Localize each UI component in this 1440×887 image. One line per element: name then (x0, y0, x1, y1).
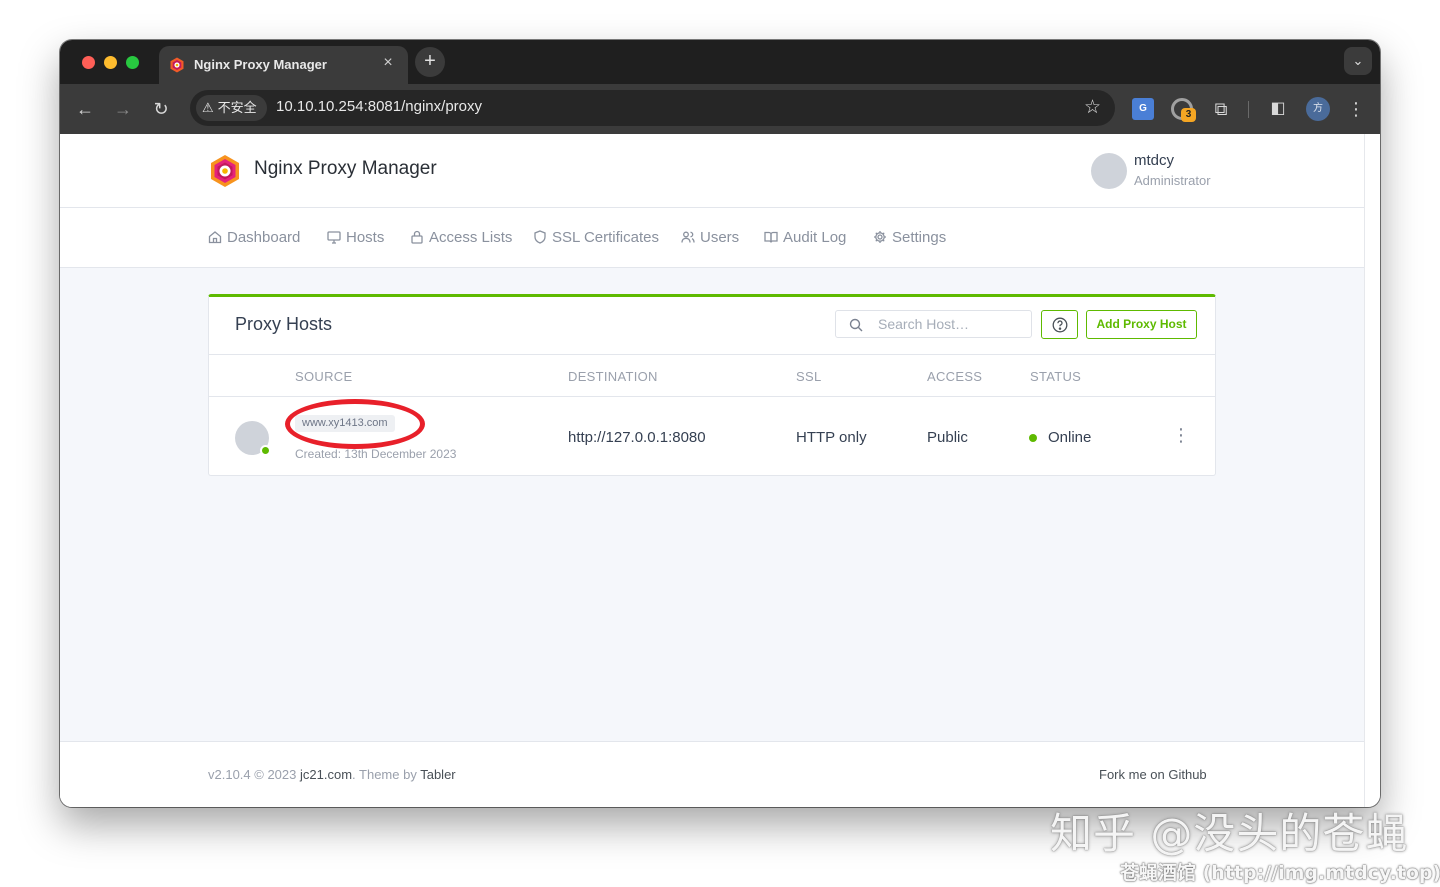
column-header-source[interactable]: SOURCE (295, 369, 352, 384)
nav-item-settings[interactable]: Settings (873, 229, 946, 246)
gear-icon (874, 231, 886, 243)
theme-text: . Theme by (352, 767, 417, 782)
version-text: v2.10.4 © 2023 (208, 767, 297, 782)
user-name[interactable]: mtdcy (1134, 152, 1174, 169)
app-header: Nginx Proxy Manager mtdcy Administrator (60, 134, 1364, 208)
nav-item-dashboard[interactable]: Dashboard (208, 229, 300, 246)
main-nav: Dashboard Hosts Access Lists SSL Certifi… (60, 208, 1364, 268)
nav-item-audit-log[interactable]: Audit Log (764, 229, 846, 246)
watermark-subtext: 苍蝇酒馆 (http://img.mtdcy.top) (1120, 862, 1440, 884)
npm-logo-icon[interactable] (208, 154, 242, 188)
bookmark-star-icon[interactable]: ☆ (1084, 96, 1101, 119)
security-chip[interactable]: ⚠ 不安全 (196, 95, 267, 121)
extension-with-badge[interactable]: 3 (1171, 98, 1196, 122)
minimize-window-button[interactable] (104, 56, 117, 69)
url-text[interactable]: 10.10.10.254:8081/nginx/proxy (276, 98, 482, 115)
table-row: www.xy1413.com Created: 13th December 20… (209, 397, 1215, 477)
nav-item-hosts[interactable]: Hosts (327, 229, 384, 246)
column-header-status[interactable]: STATUS (1030, 369, 1081, 384)
tabler-link[interactable]: Tabler (420, 767, 455, 782)
side-panel-icon[interactable]: ◧ (1267, 98, 1289, 120)
nav-label: Users (700, 229, 740, 246)
add-proxy-host-button[interactable]: Add Proxy Host (1086, 310, 1197, 339)
tab-search-button[interactable]: ⌄ (1344, 47, 1372, 75)
column-header-access[interactable]: ACCESS (927, 369, 982, 384)
highlight-annotation (285, 399, 425, 449)
avatar[interactable] (1091, 153, 1127, 189)
monitor-icon (327, 231, 341, 244)
proxy-hosts-card: Proxy Hosts Add Proxy Host SOURCE DESTIN… (208, 294, 1216, 476)
column-header-destination[interactable]: DESTINATION (568, 369, 658, 384)
status-cell: Online (1048, 429, 1092, 446)
access-cell: Public (927, 429, 968, 446)
scrollbar[interactable] (1364, 134, 1380, 807)
security-label: 不安全 (217, 100, 257, 115)
nav-label: SSL Certificates (552, 229, 659, 246)
brand-name[interactable]: Nginx Proxy Manager (254, 158, 437, 180)
toolbar-divider (1248, 101, 1249, 118)
card-header: Proxy Hosts Add Proxy Host (209, 297, 1215, 355)
page-footer: v2.10.4 © 2023 jc21.com. Theme by Tabler… (60, 741, 1364, 807)
users-icon (681, 231, 695, 243)
nav-label: Dashboard (227, 229, 301, 246)
forward-arrow-icon[interactable]: → (110, 96, 136, 122)
ssl-cell: HTTP only (796, 429, 867, 446)
nav-item-users[interactable]: Users (681, 229, 739, 246)
nav-label: Settings (892, 229, 947, 246)
browser-menu-icon[interactable]: ⋮ (1346, 96, 1366, 122)
watermark-text: 知乎 @没头的苍蝇 (1050, 809, 1409, 858)
tab-strip: Nginx Proxy Manager × + ⌄ (60, 40, 1380, 84)
page-content: Nginx Proxy Manager mtdcy Administrator … (60, 134, 1364, 807)
search-host-field[interactable] (835, 310, 1032, 338)
created-date: Created: 13th December 2023 (295, 447, 457, 461)
extension-badge: 3 (1181, 108, 1196, 122)
tab-close-icon[interactable]: × (378, 54, 398, 72)
jc21-link[interactable]: jc21.com (300, 767, 352, 782)
nav-label: Audit Log (783, 229, 847, 246)
status-dot (1029, 434, 1037, 442)
footer-credits: v2.10.4 © 2023 jc21.com. Theme by Tabler (208, 767, 456, 782)
row-actions-menu-icon[interactable]: ⋮ (1171, 425, 1191, 446)
home-icon (208, 231, 222, 244)
browser-toolbar: ← → ↻ ⚠ 不安全 10.10.10.254:8081/nginx/proxy… (60, 84, 1380, 134)
github-link[interactable]: Fork me on Github (1099, 767, 1207, 782)
new-tab-button[interactable]: + (415, 47, 445, 77)
help-button[interactable] (1041, 310, 1078, 339)
profile-avatar[interactable]: 方 (1306, 97, 1330, 121)
search-input[interactable] (878, 315, 1023, 333)
column-header-ssl[interactable]: SSL (796, 369, 821, 384)
shield-icon (534, 230, 546, 244)
browser-window: Nginx Proxy Manager × + ⌄ ← → ↻ ⚠ 不安全 10.… (60, 40, 1380, 807)
table-header: SOURCE DESTINATION SSL ACCESS STATUS (209, 355, 1215, 397)
tab-title: Nginx Proxy Manager (194, 57, 327, 72)
destination-cell: http://127.0.0.1:8080 (568, 429, 706, 446)
close-window-button[interactable] (82, 56, 95, 69)
lock-icon (411, 230, 423, 244)
maximize-window-button[interactable] (126, 56, 139, 69)
help-circle-icon (1052, 317, 1068, 333)
nav-label: Hosts (346, 229, 385, 246)
npm-favicon-icon (170, 57, 184, 73)
warning-icon: ⚠ (202, 100, 214, 115)
nav-item-access-lists[interactable]: Access Lists (410, 229, 512, 246)
user-role: Administrator (1134, 173, 1211, 188)
browser-tab[interactable]: Nginx Proxy Manager × (159, 46, 408, 84)
card-title: Proxy Hosts (235, 314, 333, 334)
online-indicator (260, 445, 271, 456)
back-arrow-icon[interactable]: ← (72, 96, 98, 122)
nav-item-ssl-certificates[interactable]: SSL Certificates (533, 229, 659, 246)
extensions-puzzle-icon[interactable]: ⧉ (1210, 98, 1232, 120)
address-bar[interactable]: ⚠ 不安全 10.10.10.254:8081/nginx/proxy ☆ (190, 90, 1115, 126)
book-icon (764, 231, 778, 243)
nav-label: Access Lists (429, 229, 513, 246)
search-icon (849, 318, 863, 332)
translate-extension-icon[interactable]: G (1132, 98, 1154, 120)
reload-icon[interactable]: ↻ (148, 96, 174, 122)
